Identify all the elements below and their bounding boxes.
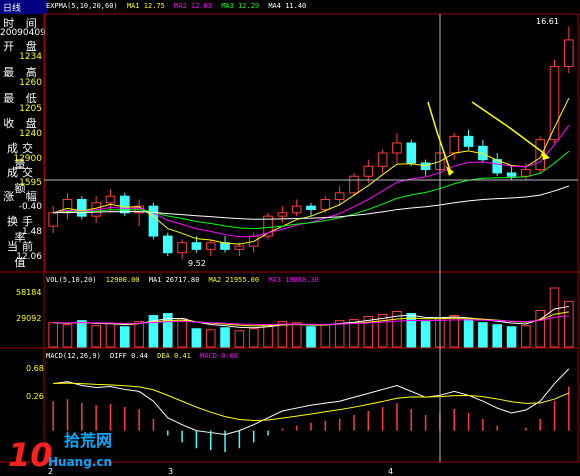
candle-body [277, 212, 288, 217]
ema-line-10 [53, 125, 570, 238]
volume-bar [377, 314, 388, 348]
date-tick-3: 4 [388, 467, 393, 476]
volume-bar [291, 322, 302, 348]
volume-bar [320, 324, 331, 348]
macd-dea-line [53, 382, 570, 422]
watermark-text: 拾荒网 [64, 431, 112, 450]
volume-bar [191, 328, 202, 348]
volume-bar [535, 309, 545, 348]
volume-bar [492, 324, 503, 348]
candle-body [191, 242, 202, 250]
chart-frame [43, 13, 579, 463]
volume-bar [205, 329, 216, 348]
volume-bar [263, 324, 273, 348]
candle-body [291, 205, 302, 214]
candle-body [406, 142, 417, 164]
volume-bar [420, 321, 431, 348]
volume-bar [91, 325, 101, 348]
candle-body [506, 172, 517, 177]
volume-bar [220, 327, 230, 348]
date-tick-2: 3 [168, 467, 173, 476]
volume-bar [48, 322, 58, 348]
candle-body [377, 152, 388, 167]
macd-histogram [52, 368, 570, 453]
moving-average-lines [53, 98, 570, 245]
candle-body [420, 162, 431, 171]
candle-body [306, 205, 316, 210]
candle-body [334, 192, 345, 201]
low-price-annotation: 9.52 [188, 259, 206, 268]
candle-body [48, 212, 58, 227]
candle-body [463, 135, 474, 147]
candle-body [349, 175, 359, 194]
volume-bar [105, 323, 116, 348]
volume-bar [234, 330, 245, 348]
watermark-number: 10 [8, 436, 53, 474]
candle-body [205, 242, 216, 250]
candle-body [521, 169, 531, 177]
volume-bar [134, 321, 144, 348]
candle-body [105, 195, 116, 204]
watermark-logo: 10 拾荒网 Huang.cn [8, 431, 112, 474]
candle-body [320, 199, 331, 210]
candle-body [564, 39, 574, 68]
candle-body [363, 165, 374, 177]
volume-ma-20 [53, 315, 569, 325]
volume-bar [62, 324, 73, 348]
watermark-url: Huang.cn [48, 455, 112, 469]
volume-bar [306, 326, 316, 348]
candle-body [549, 66, 560, 141]
volume-bar [119, 326, 130, 348]
candle-body [77, 199, 87, 217]
candle-body [148, 205, 159, 237]
candlestick-series [48, 26, 574, 260]
high-price-annotation: 16.61 [536, 17, 559, 26]
stock-chart[interactable]: 16.61 9.52 2 3 4 10 拾荒网 Huang.cn [0, 0, 580, 476]
volume-bar [248, 328, 259, 348]
volume-bar [463, 319, 474, 348]
volume-bar [478, 322, 488, 348]
volume-bar [77, 320, 87, 348]
volume-bar [506, 326, 517, 348]
candle-body [392, 142, 402, 154]
volume-bar [521, 325, 531, 348]
volume-bars [48, 287, 574, 348]
candle-body [177, 242, 187, 254]
candle-body [449, 135, 460, 154]
volume-bar [564, 300, 574, 348]
candle-body [234, 245, 245, 250]
candle-body [162, 235, 173, 254]
chart-grid [0, 13, 579, 463]
volume-bar [177, 318, 187, 348]
